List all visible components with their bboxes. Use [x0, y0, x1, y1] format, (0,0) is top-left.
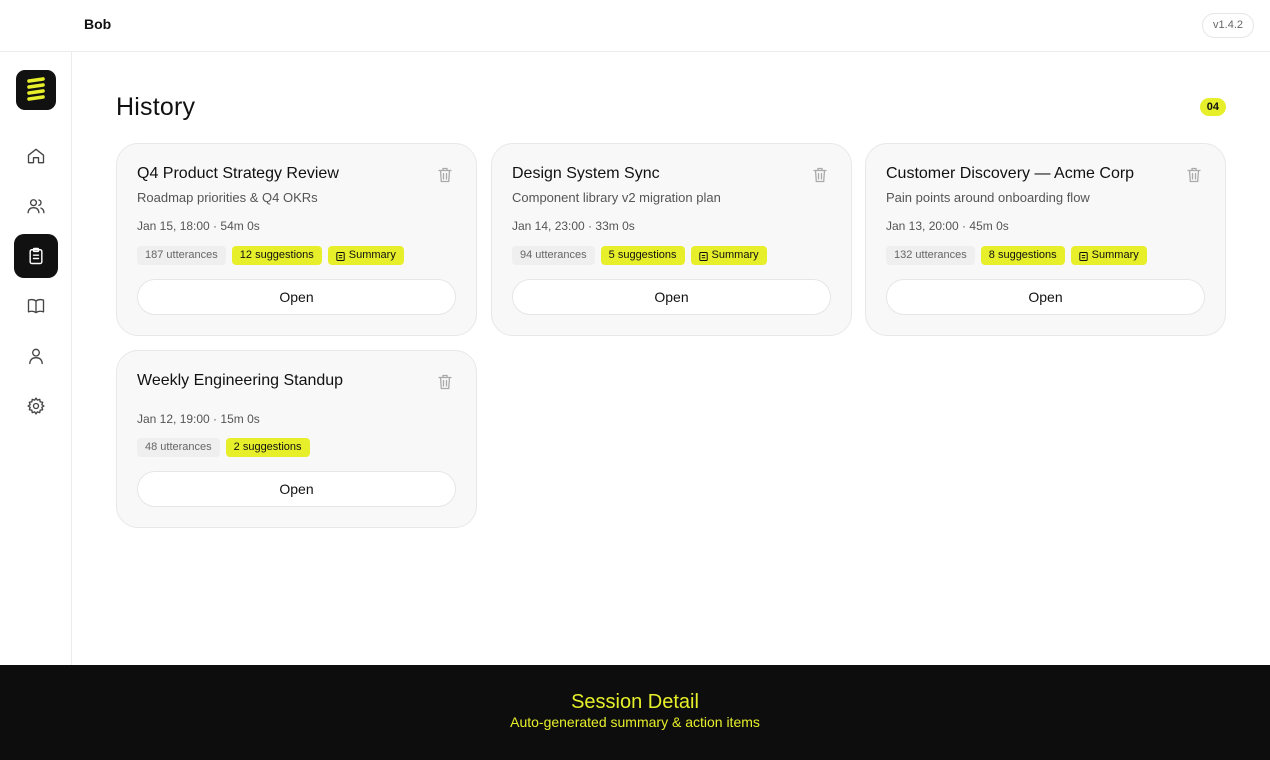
session-title: Q4 Product Strategy Review	[137, 165, 339, 182]
summary-label: Summary	[1091, 249, 1139, 261]
session-meta: Jan 13, 20:00 · 45m 0s	[886, 219, 1009, 233]
session-card: Customer Discovery — Acme Corp Pain poin…	[865, 143, 1226, 336]
session-tags: 94 utterances 5 suggestions Summary	[512, 246, 767, 265]
session-subtitle: Pain points around onboarding flow	[886, 190, 1090, 205]
page-title: History	[116, 93, 196, 121]
footer-title: Session Detail	[571, 691, 699, 713]
session-tags: 48 utterances 2 suggestions	[137, 438, 310, 457]
trash-icon[interactable]	[813, 167, 827, 183]
top-bar: Bob v1.4.2	[0, 0, 1270, 52]
sidebar-item-history[interactable]	[14, 234, 58, 278]
summary-badge: Summary	[327, 246, 404, 265]
trash-icon[interactable]	[438, 167, 452, 183]
session-card: Weekly Engineering Standup Jan 12, 19:00…	[116, 350, 477, 528]
footer-banner: Session Detail Auto-generated summary & …	[0, 665, 1270, 760]
session-meta: Jan 15, 18:00 · 54m 0s	[137, 219, 260, 233]
summary-label: Summary	[711, 249, 759, 261]
summary-badge: Summary	[1070, 246, 1147, 265]
session-subtitle: Component library v2 migration plan	[512, 190, 721, 205]
sidebar	[0, 52, 72, 665]
clipboard-icon	[698, 251, 708, 261]
session-tags: 187 utterances 12 suggestions Summary	[137, 246, 404, 265]
home-icon	[27, 148, 45, 164]
session-tags: 132 utterances 8 suggestions Summary	[886, 246, 1147, 265]
session-meta: Jan 12, 19:00 · 15m 0s	[137, 412, 260, 426]
session-subtitle: Roadmap priorities & Q4 OKRs	[137, 190, 318, 205]
clipboard-icon	[336, 251, 345, 261]
logo-icon	[27, 77, 45, 101]
book-icon	[27, 298, 45, 314]
session-title: Design System Sync	[512, 165, 660, 182]
footer-subtitle: Auto-generated summary & action items	[510, 714, 760, 730]
user-icon	[29, 348, 43, 365]
sidebar-item-profile[interactable]	[14, 334, 58, 378]
user-name: Bob	[84, 16, 112, 32]
users-icon	[27, 199, 45, 214]
sidebar-item-settings[interactable]	[14, 384, 58, 428]
open-button[interactable]: Open	[137, 279, 456, 315]
session-title: Weekly Engineering Standup	[137, 372, 344, 389]
trash-icon[interactable]	[1187, 167, 1201, 183]
clipboard-icon	[29, 247, 43, 265]
suggestions-badge: 5 suggestions	[600, 246, 685, 265]
clipboard-icon	[1078, 251, 1088, 261]
open-button[interactable]: Open	[512, 279, 831, 315]
suggestions-badge: 2 suggestions	[225, 438, 310, 457]
trash-icon[interactable]	[438, 374, 452, 390]
utterances-badge: 48 utterances	[137, 438, 220, 457]
summary-label: Summary	[348, 249, 396, 261]
utterances-badge: 187 utterances	[137, 246, 226, 265]
utterances-badge: 132 utterances	[886, 246, 975, 265]
gear-icon	[27, 397, 45, 415]
summary-badge: Summary	[690, 246, 767, 265]
open-button[interactable]: Open	[137, 471, 456, 507]
session-card: Q4 Product Strategy Review Roadmap prior…	[116, 143, 477, 336]
session-meta: Jan 14, 23:00 · 33m 0s	[512, 219, 635, 233]
utterances-badge: 94 utterances	[512, 246, 595, 265]
session-title: Customer Discovery — Acme Corp	[886, 165, 1135, 182]
open-button[interactable]: Open	[886, 279, 1205, 315]
sidebar-item-home[interactable]	[14, 134, 58, 178]
session-card: Design System Sync Component library v2 …	[491, 143, 852, 336]
sidebar-item-people[interactable]	[14, 184, 58, 228]
sidebar-item-library[interactable]	[14, 284, 58, 328]
app-logo[interactable]	[16, 70, 56, 110]
session-count-badge: 04	[1199, 98, 1226, 116]
version-badge: v1.4.2	[1202, 13, 1254, 38]
main-content: History 04 Q4 Product Strategy Review Ro…	[72, 52, 1270, 665]
suggestions-badge: 12 suggestions	[231, 246, 322, 265]
suggestions-badge: 8 suggestions	[980, 246, 1065, 265]
